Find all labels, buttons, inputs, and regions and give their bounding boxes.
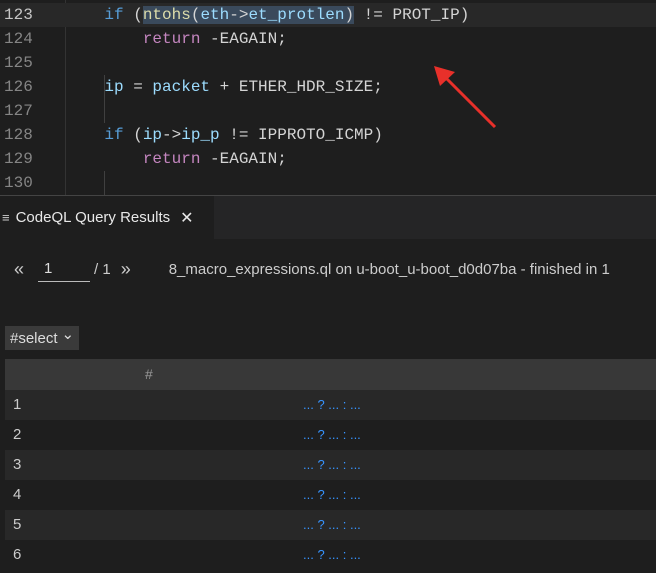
row-index: 4 (13, 486, 22, 503)
result-link[interactable]: ... ? ... : ... (303, 517, 361, 532)
code-token: ip (142, 126, 163, 144)
code-line[interactable]: 126 ip = packet + ETHER_HDR_SIZE; (0, 75, 656, 99)
pagination: « / 1 » 8_macro_expressions.ql on u-boot… (14, 256, 610, 282)
tab-bar: ≡ CodeQL Query Results ✕ (0, 196, 656, 239)
result-link[interactable]: ... ? ... : ... (303, 427, 361, 442)
code-line[interactable]: 130 (0, 171, 656, 195)
line-number: 128 (4, 126, 33, 144)
table-row[interactable]: 5 ... ? ... : ... (5, 510, 656, 540)
table-row[interactable]: 3 ... ? ... : ... (5, 450, 656, 480)
code-text: if (ntohs(eth->et_protlen) != PROT_IP) (66, 3, 469, 27)
line-number: 124 (4, 30, 33, 48)
line-number: 126 (4, 78, 33, 96)
code-line[interactable]: 124 return -EAGAIN; (0, 27, 656, 51)
table-row[interactable]: 1 ... ? ... : ... (5, 390, 656, 420)
table-row[interactable]: 4 ... ? ... : ... (5, 480, 656, 510)
close-icon[interactable]: ✕ (180, 208, 193, 228)
code-token: if (104, 6, 124, 24)
column-header-index[interactable]: # (145, 366, 153, 382)
table-header: # (5, 359, 656, 390)
line-number: 129 (4, 150, 33, 168)
code-text: return -EAGAIN; (66, 147, 287, 171)
code-line[interactable]: 127 (0, 99, 656, 123)
line-number: 127 (4, 102, 33, 120)
code-token: -> (162, 126, 182, 144)
page-input[interactable] (38, 256, 91, 282)
prev-page-button[interactable]: « (14, 259, 24, 280)
code-editor[interactable]: 123 if (ntohs(eth->et_protlen) != PROT_I… (0, 0, 656, 195)
result-link[interactable]: ... ? ... : ... (303, 397, 361, 412)
line-number: 123 (4, 6, 33, 24)
code-token: + ETHER_HDR_SIZE; (210, 78, 383, 96)
code-token: != IPPROTO_ICMP) (219, 126, 383, 144)
row-index: 6 (13, 546, 22, 563)
code-token: = (123, 78, 153, 96)
select-value: #select (10, 329, 58, 347)
code-token: return (142, 30, 201, 48)
result-link[interactable]: ... ? ... : ... (303, 457, 361, 472)
code-token: ip_p (181, 126, 220, 144)
code-token: ntohs (142, 6, 191, 24)
result-link[interactable]: ... ? ... : ... (303, 487, 361, 502)
chevron-down-icon: ⌄ (61, 326, 75, 343)
code-token: -EAGAIN; (200, 150, 287, 168)
results-table: # 1 ... ? ... : ... 2 ... ? ... : ... 3 ... ?… (5, 359, 656, 570)
tab-codeql-query-results[interactable]: ≡ CodeQL Query Results ✕ (0, 196, 214, 239)
code-text: return -EAGAIN; (66, 27, 287, 51)
code-token: ) (344, 6, 355, 24)
table-row[interactable]: 6 ... ? ... : ... (5, 540, 656, 570)
menu-icon: ≡ (2, 210, 10, 225)
code-token: ( (190, 6, 201, 24)
indent-guide (104, 75, 105, 123)
code-token: packet (152, 78, 211, 96)
result-set-select[interactable]: #select ⌄ (5, 326, 80, 350)
code-token: -EAGAIN; (200, 30, 287, 48)
code-token: return (142, 150, 201, 168)
code-token: ( (123, 6, 143, 24)
code-text: ip = packet + ETHER_HDR_SIZE; (66, 75, 383, 99)
code-token: != PROT_IP) (354, 6, 470, 24)
line-number: 130 (4, 174, 33, 192)
indent-guide (104, 171, 105, 195)
tab-title: CodeQL Query Results (15, 209, 171, 226)
code-token: et_protlen (248, 6, 345, 24)
line-number: 125 (4, 54, 33, 72)
code-line[interactable]: 128 if (ip->ip_p != IPPROTO_ICMP) (0, 123, 656, 147)
code-token: eth (200, 6, 230, 24)
code-token: ( (123, 126, 143, 144)
next-page-button[interactable]: » (121, 259, 131, 280)
code-token: ip (104, 78, 124, 96)
result-link[interactable]: ... ? ... : ... (303, 547, 361, 562)
page-count: / 1 (94, 260, 111, 278)
code-line[interactable]: 129 return -EAGAIN; (0, 147, 656, 171)
code-token: -> (229, 6, 249, 24)
row-index: 1 (13, 396, 22, 413)
row-index: 5 (13, 516, 22, 533)
code-text: if (ip->ip_p != IPPROTO_ICMP) (66, 123, 383, 147)
code-token: if (104, 126, 124, 144)
code-line[interactable]: 125 (0, 51, 656, 75)
code-line[interactable]: 123 if (ntohs(eth->et_protlen) != PROT_I… (0, 3, 656, 27)
results-panel: ≡ CodeQL Query Results ✕ « / 1 » 8_macro… (0, 195, 656, 573)
row-index: 3 (13, 456, 22, 473)
row-index: 2 (13, 426, 22, 443)
query-info: 8_macro_expressions.ql on u-boot_u-boot_… (168, 260, 610, 278)
table-row[interactable]: 2 ... ? ... : ... (5, 420, 656, 450)
